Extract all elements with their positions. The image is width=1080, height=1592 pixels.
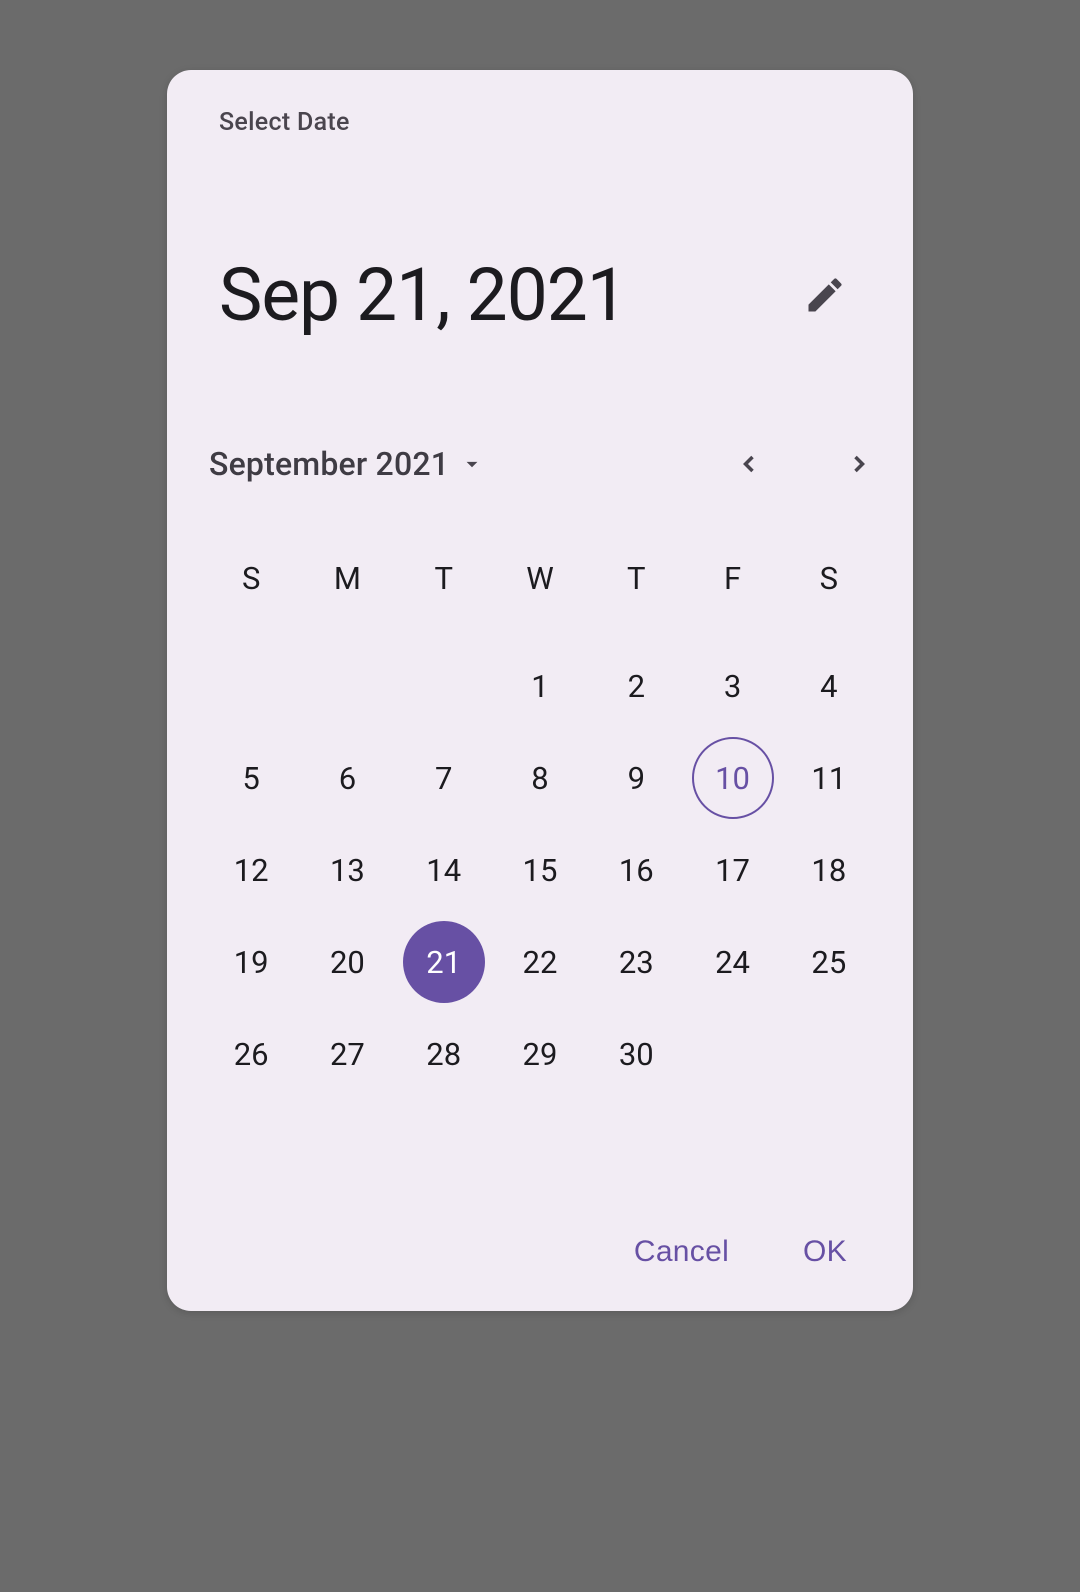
- day-cell[interactable]: 8: [492, 737, 588, 819]
- weekday-label: F: [684, 560, 780, 597]
- day-number: 7: [403, 737, 485, 819]
- day-number: 20: [306, 921, 388, 1003]
- day-number: 30: [595, 1013, 677, 1095]
- day-cell[interactable]: 30: [588, 1013, 684, 1095]
- day-cell-empty: [203, 645, 299, 727]
- day-cell[interactable]: 28: [396, 1013, 492, 1095]
- day-number: 6: [306, 737, 388, 819]
- date-picker-dialog: Select Date Sep 21, 2021 September 2021: [167, 70, 913, 1311]
- weekday-label: M: [299, 560, 395, 597]
- day-cell[interactable]: 3: [684, 645, 780, 727]
- day-number: 25: [788, 921, 870, 1003]
- day-number: 9: [595, 737, 677, 819]
- day-cell[interactable]: 9: [588, 737, 684, 819]
- day-cell[interactable]: 15: [492, 829, 588, 911]
- day-number: 4: [788, 645, 870, 727]
- day-cell[interactable]: 20: [299, 921, 395, 1003]
- chevron-left-icon: [735, 450, 763, 478]
- month-nav-row: September 2021: [167, 438, 913, 490]
- day-number: 19: [210, 921, 292, 1003]
- day-cell[interactable]: 2: [588, 645, 684, 727]
- ok-button[interactable]: OK: [795, 1223, 855, 1281]
- day-cell[interactable]: 26: [203, 1013, 299, 1095]
- day-number: 22: [499, 921, 581, 1003]
- day-cell[interactable]: 4: [781, 645, 877, 727]
- weekday-label: T: [588, 560, 684, 597]
- cancel-button[interactable]: Cancel: [626, 1223, 737, 1281]
- weekday-label: S: [203, 560, 299, 597]
- day-cell[interactable]: 11: [781, 737, 877, 819]
- day-number: 18: [788, 829, 870, 911]
- day-number: 14: [403, 829, 485, 911]
- day-number: 28: [403, 1013, 485, 1095]
- day-number: 11: [788, 737, 870, 819]
- month-nav-arrows: [723, 438, 885, 490]
- dialog-actions: Cancel OK: [167, 1223, 913, 1281]
- day-number: 2: [595, 645, 677, 727]
- day-cell[interactable]: 29: [492, 1013, 588, 1095]
- day-cell-empty: [299, 645, 395, 727]
- weekday-label: T: [396, 560, 492, 597]
- day-number: 15: [499, 829, 581, 911]
- weekday-label: W: [492, 560, 588, 597]
- prev-month-button[interactable]: [723, 438, 775, 490]
- day-number: 29: [499, 1013, 581, 1095]
- weekday-header-row: S M T W T F S: [203, 560, 877, 597]
- day-number: 3: [692, 645, 774, 727]
- day-cell[interactable]: 14: [396, 829, 492, 911]
- dialog-title: Select Date: [167, 108, 913, 137]
- chevron-right-icon: [845, 450, 873, 478]
- day-cell[interactable]: 5: [203, 737, 299, 819]
- day-cell[interactable]: 27: [299, 1013, 395, 1095]
- day-number: 1: [499, 645, 581, 727]
- day-number: 27: [306, 1013, 388, 1095]
- day-number: 5: [210, 737, 292, 819]
- day-number: 12: [210, 829, 292, 911]
- day-number: 21: [403, 921, 485, 1003]
- calendar-grid: S M T W T F S 12345678910111213141516171…: [167, 560, 913, 1095]
- day-cell[interactable]: 25: [781, 921, 877, 1003]
- day-cell[interactable]: 22: [492, 921, 588, 1003]
- days-grid: 1234567891011121314151617181920212223242…: [203, 645, 877, 1095]
- day-cell[interactable]: 7: [396, 737, 492, 819]
- day-cell[interactable]: 23: [588, 921, 684, 1003]
- day-cell[interactable]: 10: [684, 737, 780, 819]
- day-number: 23: [595, 921, 677, 1003]
- day-cell[interactable]: 6: [299, 737, 395, 819]
- day-number: 16: [595, 829, 677, 911]
- edit-icon[interactable]: [803, 273, 847, 317]
- day-number: 26: [210, 1013, 292, 1095]
- day-cell[interactable]: 13: [299, 829, 395, 911]
- day-number: 8: [499, 737, 581, 819]
- weekday-label: S: [781, 560, 877, 597]
- day-number: 24: [692, 921, 774, 1003]
- day-cell[interactable]: 21: [396, 921, 492, 1003]
- chevron-down-icon: [459, 451, 485, 477]
- day-cell[interactable]: 16: [588, 829, 684, 911]
- month-year-selector[interactable]: September 2021: [209, 445, 485, 483]
- day-cell[interactable]: 24: [684, 921, 780, 1003]
- day-cell[interactable]: 17: [684, 829, 780, 911]
- selected-date-display: Sep 21, 2021: [219, 252, 627, 338]
- day-cell[interactable]: 18: [781, 829, 877, 911]
- day-number: 13: [306, 829, 388, 911]
- day-cell[interactable]: 1: [492, 645, 588, 727]
- day-cell[interactable]: 12: [203, 829, 299, 911]
- day-number: 17: [692, 829, 774, 911]
- next-month-button[interactable]: [833, 438, 885, 490]
- day-cell-empty: [396, 645, 492, 727]
- selected-date-row: Sep 21, 2021: [167, 252, 913, 338]
- day-number: 10: [692, 737, 774, 819]
- month-year-label: September 2021: [209, 445, 449, 483]
- day-cell[interactable]: 19: [203, 921, 299, 1003]
